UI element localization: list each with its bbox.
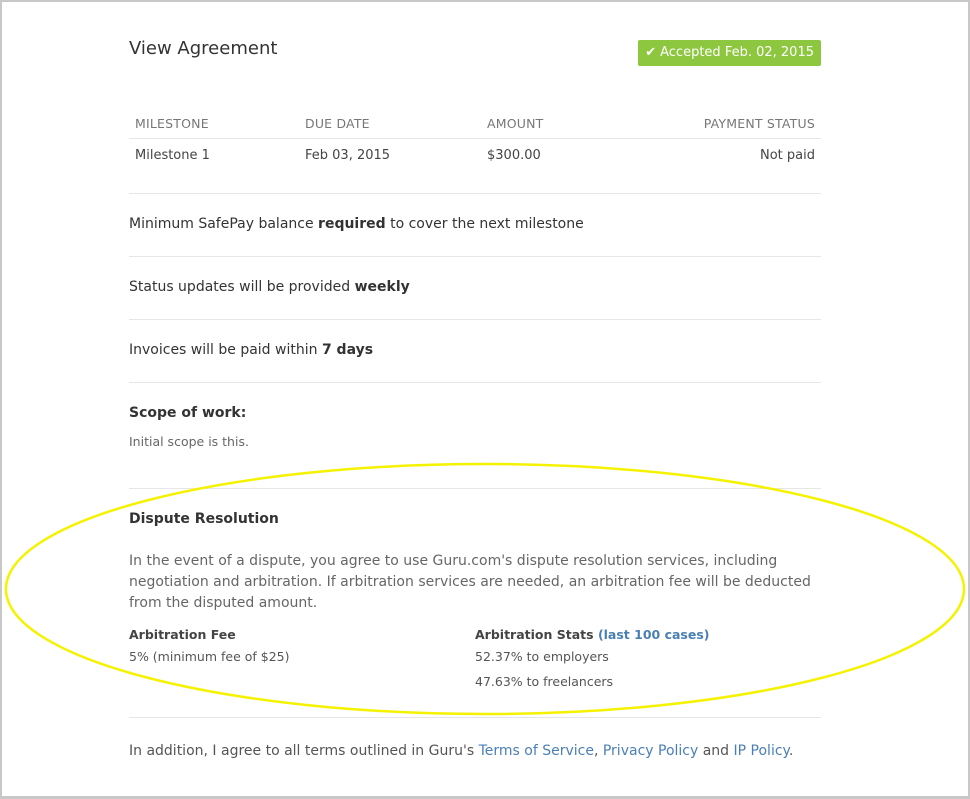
scope-title: Scope of work:: [129, 405, 247, 421]
footer-text: In addition, I agree to all terms outlin…: [129, 743, 479, 759]
term-status-updates-emphasis: weekly: [354, 279, 410, 295]
divider: [129, 256, 821, 257]
term-safepay-text: Minimum SafePay balance: [129, 216, 319, 232]
term-invoices-emphasis: 7 days: [321, 342, 374, 358]
table-header-row: MILESTONE DUE DATE AMOUNT PAYMENT STATUS: [129, 108, 821, 139]
last-100-cases-link[interactable]: (last 100 cases): [598, 627, 710, 642]
term-safepay: Minimum SafePay balance required to cove…: [129, 216, 584, 232]
term-safepay-emphasis: required: [318, 216, 386, 232]
milestone-due-date: Feb 03, 2015: [305, 147, 391, 163]
ip-policy-link[interactable]: IP Policy: [734, 743, 789, 759]
milestone-payment-status: Not paid: [760, 147, 815, 163]
column-header-amount: AMOUNT: [481, 108, 673, 139]
footer-separator: ,: [593, 743, 603, 759]
term-safepay-text-end: to cover the next milestone: [385, 216, 584, 232]
stats-freelancers: 47.63% to freelancers: [475, 674, 614, 689]
column-header-due-date: DUE DATE: [299, 108, 481, 139]
scope-text: Initial scope is this.: [129, 434, 249, 449]
divider: [129, 717, 821, 718]
check-icon: ✔: [645, 45, 657, 60]
arbitration-stats-section: Arbitration Stats (last 100 cases) 52.37…: [475, 626, 821, 698]
term-invoices: Invoices will be paid within 7 days: [129, 342, 373, 358]
stats-employers: 52.37% to employers: [475, 649, 609, 664]
footer-period: .: [788, 743, 794, 759]
milestone-amount: $300.00: [487, 147, 541, 163]
arbitration-stats-label: Arbitration Stats: [475, 627, 594, 642]
terms-of-service-link[interactable]: Terms of Service: [479, 743, 594, 759]
milestones-table: MILESTONE DUE DATE AMOUNT PAYMENT STATUS…: [129, 108, 821, 171]
divider: [129, 382, 821, 383]
term-status-updates: Status updates will be provided weekly: [129, 279, 410, 295]
status-badge-text: Accepted Feb. 02, 2015: [660, 45, 814, 60]
dispute-text: In the event of a dispute, you agree to …: [129, 553, 811, 611]
table-row: Milestone 1 Feb 03, 2015 $300.00 Not pai…: [129, 139, 821, 172]
arbitration-stats-header: Arbitration Stats (last 100 cases): [475, 626, 821, 648]
divider: [129, 193, 821, 194]
privacy-policy-link[interactable]: Privacy Policy: [603, 743, 698, 759]
arbitration-fee-label: Arbitration Fee: [129, 627, 236, 642]
divider: [129, 488, 821, 489]
page-title: View Agreement: [129, 38, 278, 59]
milestone-name: Milestone 1: [135, 147, 210, 163]
arbitration-fee-value: 5% (minimum fee of $25): [129, 649, 290, 664]
status-badge: ✔ Accepted Feb. 02, 2015: [638, 40, 821, 66]
term-status-updates-text: Status updates will be provided: [129, 279, 355, 295]
term-invoices-text: Invoices will be paid within: [129, 342, 322, 358]
dispute-title: Dispute Resolution: [129, 511, 279, 527]
divider: [129, 319, 821, 320]
footer-agreement-text: In addition, I agree to all terms outlin…: [129, 743, 793, 759]
column-header-milestone: MILESTONE: [129, 108, 299, 139]
arbitration-fee-section: Arbitration Fee 5% (minimum fee of $25): [129, 626, 469, 673]
column-header-payment-status: PAYMENT STATUS: [673, 108, 821, 139]
footer-separator: and: [698, 743, 734, 759]
